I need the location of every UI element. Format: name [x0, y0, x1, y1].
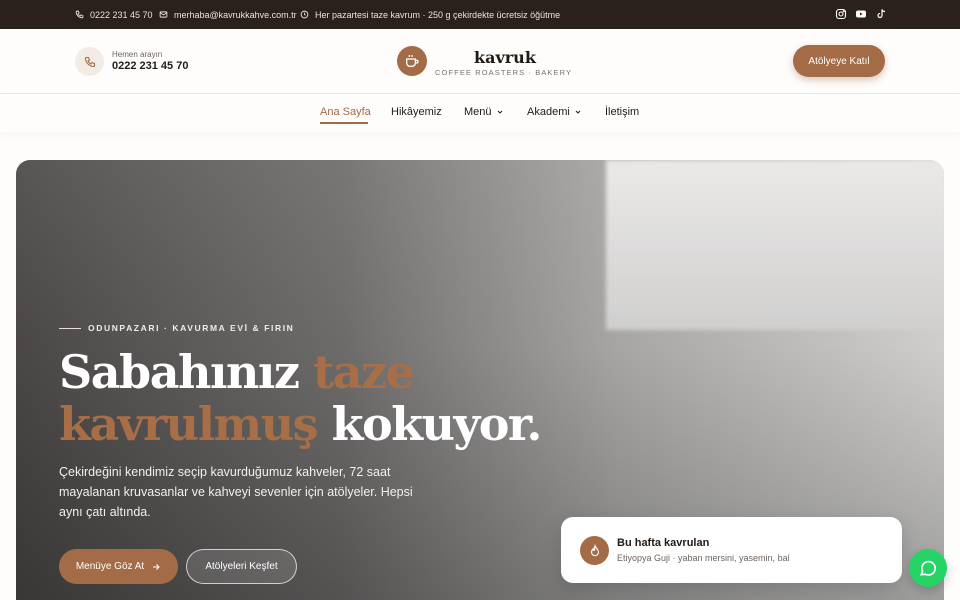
topbar-email-text: merhaba@kavrukkahve.com.tr: [174, 9, 297, 20]
nav-label: Akademi: [527, 106, 570, 118]
logo-mark[interactable]: [397, 46, 427, 76]
weekly-roast-card[interactable]: Bu hafta kavrulan Etiyopya Guji · yaban …: [561, 517, 902, 583]
chevron-down-icon: [575, 110, 581, 114]
topbar-notice: Her pazartesi taze kavrum · 250 g çekird…: [300, 0, 560, 29]
roast-card-subtitle: Etiyopya Guji · yaban mersini, yasemin, …: [617, 553, 790, 563]
roast-card-title: Bu hafta kavrulan: [617, 537, 710, 549]
headline-part: Sabahınız: [59, 345, 313, 399]
instagram-icon[interactable]: [835, 8, 847, 20]
headline-part: kokuyor.: [317, 397, 543, 451]
coffee-cup-icon: [406, 55, 419, 67]
brand-name[interactable]: kavruk: [474, 48, 536, 67]
hero-lead: Çekirdeğini kendimiz seçip kavurduğumuz …: [59, 465, 413, 519]
chevron-down-icon: [497, 110, 502, 114]
headline-accent: kavrulmuş: [59, 397, 319, 451]
youtube-icon[interactable]: [855, 8, 867, 20]
nav-item-contact[interactable]: İletişim: [605, 106, 639, 118]
brand-tagline: COFFEE ROASTERS · BAKERY: [435, 68, 573, 77]
flame-icon: [590, 543, 599, 556]
arrow-right-icon: [153, 563, 160, 570]
topbar-email[interactable]: merhaba@kavrukkahve.com.tr: [159, 0, 297, 29]
nav-label: Ana Sayfa: [320, 106, 371, 118]
nav-label: Hikâyemiz: [391, 106, 442, 118]
button-label: Menüye Göz At: [75, 561, 145, 572]
mail-icon: [159, 11, 168, 18]
flame-badge: [580, 536, 609, 565]
call-label: Hemen arayın: [112, 50, 163, 59]
site-header: Hemen arayın 0222 231 45 70 kavruk COFFE…: [0, 29, 960, 94]
phone-icon: [75, 10, 84, 19]
call-number[interactable]: 0222 231 45 70: [112, 60, 188, 72]
topbar-phone-text: 0222 231 45 70: [90, 9, 153, 20]
chat-bubble-icon: [920, 560, 936, 576]
nav-item-academy[interactable]: Akademi: [527, 106, 582, 118]
active-nav-indicator: [320, 122, 368, 124]
topbar-phone[interactable]: 0222 231 45 70: [75, 0, 153, 29]
nav-label: Menü: [464, 106, 492, 118]
clock-icon: [300, 10, 309, 19]
call-button[interactable]: [75, 47, 104, 76]
hero-headline: Sabahınız taze kavrulmuş kokuyor.: [59, 345, 543, 451]
topbar-notice-text: Her pazartesi taze kavrum · 250 g çekird…: [315, 9, 561, 20]
nav-label: İletişim: [605, 106, 640, 118]
top-info-bar: 0222 231 45 70 merhaba@kavrukkahve.com.t…: [0, 0, 960, 29]
tiktok-icon[interactable]: [875, 8, 887, 20]
nav-item-menu[interactable]: Menü: [464, 106, 504, 118]
headline-accent: taze: [312, 345, 415, 399]
main-nav: Ana Sayfa Hikâyemiz Menü Akademi İletişi…: [0, 94, 960, 132]
nav-item-story[interactable]: Hikâyemiz: [391, 106, 442, 118]
explore-workshops-button[interactable]: Atölyeleri Keşfet: [186, 549, 297, 584]
join-workshop-button[interactable]: Atölyeye Katıl: [793, 45, 885, 77]
nav-item-home[interactable]: Ana Sayfa: [320, 106, 371, 118]
eyebrow-line: [59, 328, 81, 329]
hero-eyebrow: ODUNPAZARI · KAVURMA EVİ & FIRIN: [88, 323, 295, 333]
browse-menu-button[interactable]: Menüye Göz At: [59, 549, 178, 584]
whatsapp-chat-button[interactable]: [909, 549, 947, 587]
phone-icon: [84, 56, 95, 67]
